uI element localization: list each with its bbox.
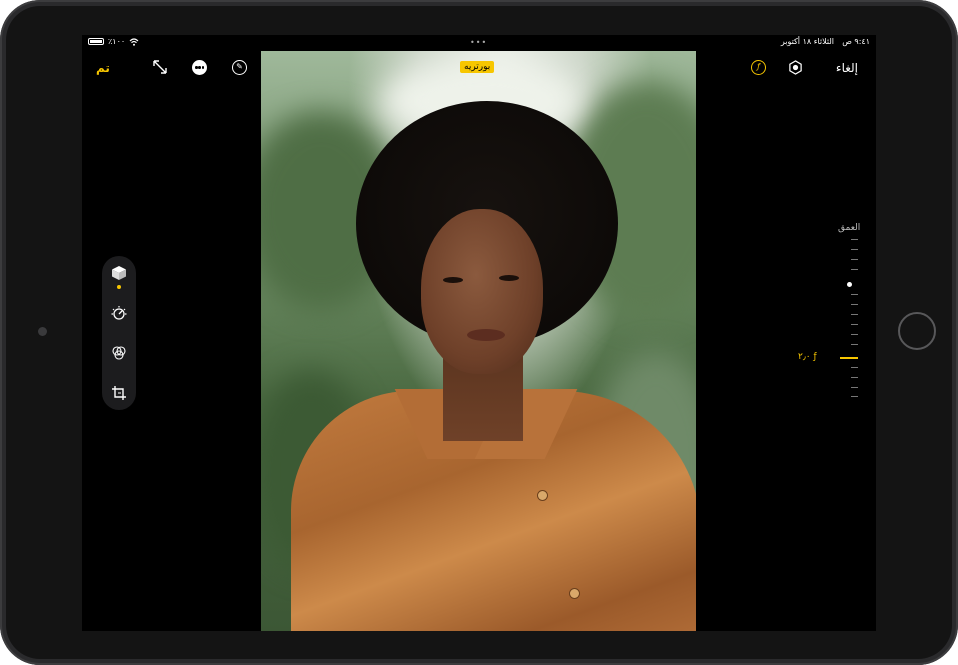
screen: ٪١٠٠ ••• الثلاثاء ١٨ أكتوبر ٩:٤١ ص تم ✎ … — [82, 35, 876, 631]
front-camera — [38, 327, 47, 336]
slider-tick — [851, 377, 858, 378]
slider-tick — [851, 304, 858, 305]
portrait-photo — [261, 51, 696, 631]
slider-tick — [851, 259, 858, 260]
depth-value: ƒ ٢٫٠ — [798, 352, 817, 362]
crop-rotate-icon[interactable] — [111, 385, 127, 401]
markup-icon[interactable]: ✎ — [232, 60, 247, 75]
subject-eye-right — [499, 275, 519, 281]
slider-tick — [851, 239, 858, 240]
status-bar: ٪١٠٠ ••• الثلاثاء ١٨ أكتوبر ٩:٤١ ص — [82, 35, 876, 51]
shirt-button — [538, 491, 547, 500]
slider-tick — [851, 249, 858, 250]
slider-tick — [851, 314, 858, 315]
wifi-icon — [129, 37, 139, 46]
slider-tick — [851, 269, 858, 270]
cancel-button[interactable]: إلغاء — [836, 61, 858, 75]
active-tool-indicator — [117, 285, 121, 289]
filters-icon[interactable] — [111, 345, 127, 361]
adjust-dial-icon[interactable] — [111, 305, 127, 321]
edit-toolbar-top: تم ✎ بورتريه ƒ إلغاء — [82, 51, 876, 85]
portrait-badge[interactable]: بورتريه — [460, 61, 495, 73]
expand-icon[interactable] — [152, 59, 168, 75]
status-indicators: ٪١٠٠ — [88, 37, 139, 46]
slider-tick — [851, 324, 858, 325]
slider-tick — [851, 334, 858, 335]
multitasking-dots[interactable]: ••• — [470, 38, 487, 47]
more-options-icon[interactable] — [192, 60, 207, 75]
status-date: الثلاثاء ١٨ أكتوبر — [780, 37, 834, 46]
slider-tick — [851, 367, 858, 368]
subject-eye-left — [443, 277, 463, 283]
battery-percent: ٪١٠٠ — [108, 37, 126, 46]
portrait-lighting-icon[interactable] — [788, 60, 803, 75]
battery-icon — [88, 38, 104, 45]
slider-marker-dot — [847, 282, 852, 287]
slider-tick — [851, 344, 858, 345]
home-button[interactable] — [898, 312, 936, 350]
ipad-device: ٪١٠٠ ••• الثلاثاء ١٨ أكتوبر ٩:٤١ ص تم ✎ … — [0, 0, 958, 665]
edit-mode-toolbar — [102, 256, 136, 410]
slider-tick — [851, 387, 858, 388]
done-button[interactable]: تم — [96, 61, 110, 75]
shirt-button — [570, 589, 579, 598]
depth-label: العمق — [838, 223, 861, 233]
slider-tick — [851, 294, 858, 295]
slider-tick — [851, 396, 858, 397]
slider-current-tick[interactable] — [840, 357, 858, 359]
depth-slider[interactable] — [840, 239, 858, 399]
subject-lips — [467, 329, 505, 341]
subject-face — [421, 209, 543, 374]
status-time: ٩:٤١ ص — [842, 37, 870, 46]
portrait-cube-icon[interactable] — [111, 265, 127, 281]
aperture-icon[interactable]: ƒ — [751, 60, 766, 75]
